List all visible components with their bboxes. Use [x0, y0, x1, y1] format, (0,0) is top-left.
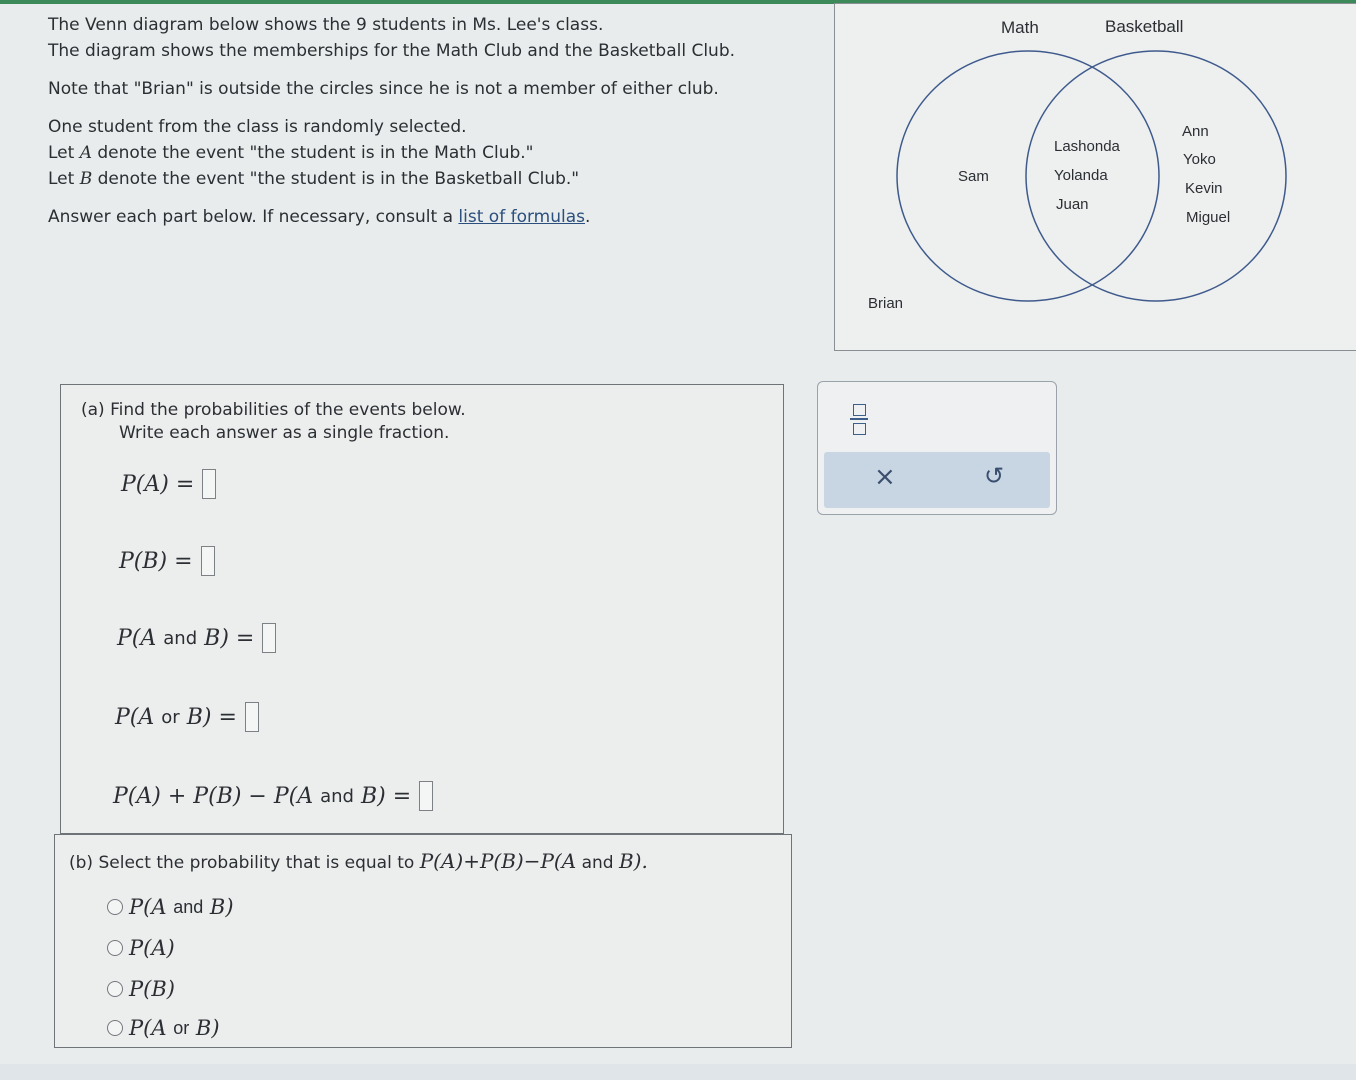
- intro-line-3: Note that "Brian" is outside the circles…: [48, 79, 719, 99]
- student-ann: Ann: [1182, 123, 1209, 140]
- radio-p-b[interactable]: [107, 981, 123, 997]
- venn-diagram: Math Basketball Sam Lashonda Yolanda Jua…: [868, 17, 1287, 312]
- student-lashonda: Lashonda: [1054, 138, 1121, 155]
- answer-input-p-a-and-b[interactable]: [262, 623, 277, 653]
- part-b-box: (b) Select the probability that is equal…: [54, 834, 792, 1048]
- fraction-bar-icon: [850, 418, 868, 420]
- part-b-question-pre: Select the probability that is equal to: [98, 853, 420, 873]
- part-a-instruction-1: Find the probabilities of the events bel…: [110, 400, 466, 420]
- fraction-denominator-icon: [853, 423, 866, 435]
- fraction-button[interactable]: [850, 402, 870, 438]
- eq-p-a-and-b: P(A and B) =: [117, 623, 277, 653]
- student-miguel: Miguel: [1186, 209, 1230, 226]
- intro-line-5: Let A denote the event "the student is i…: [48, 140, 808, 166]
- student-kevin: Kevin: [1185, 180, 1223, 197]
- bottom-strip: [0, 1064, 1356, 1080]
- eq4-part-a: P(A: [115, 704, 155, 730]
- eq-p-b-text: P(B) =: [119, 548, 193, 574]
- intro-line-6: Let B denote the event "the student is i…: [48, 166, 808, 192]
- fraction-numerator-icon: [853, 404, 866, 416]
- clear-button[interactable]: ×: [874, 462, 896, 492]
- eq5-part-b: B) =: [360, 783, 412, 809]
- option-1-a: P(A: [129, 895, 167, 919]
- part-a-instruction-2: Write each answer as a single fraction.: [119, 423, 450, 443]
- eq3-part-b: B) =: [204, 625, 255, 651]
- part-b-question-end: B).: [618, 849, 648, 873]
- eq-p-a-or-b: P(A or B) =: [115, 702, 259, 732]
- intro-line-4: One student from the class is randomly s…: [48, 117, 467, 137]
- part-b-header: (b) Select the probability that is equal…: [69, 850, 648, 875]
- problem-intro: The Venn diagram below shows the 9 stude…: [48, 12, 808, 230]
- basketball-circle-label: Basketball: [1105, 17, 1183, 36]
- eq4-or: or: [161, 706, 180, 728]
- answer-input-addition-rule[interactable]: [419, 781, 434, 811]
- part-a-label: (a): [81, 400, 105, 420]
- student-yolanda: Yolanda: [1054, 167, 1108, 184]
- eq4-part-b: B) =: [186, 704, 237, 730]
- answer-input-p-a-or-b[interactable]: [244, 702, 259, 732]
- math-circle: [896, 50, 1160, 302]
- option-3-a: P(B): [129, 977, 175, 1001]
- radio-p-a-and-b[interactable]: [107, 899, 123, 915]
- intro-line-5-post: denote the event "the student is in the …: [91, 143, 534, 163]
- intro-line-6-pre: Let: [48, 169, 80, 189]
- student-brian: Brian: [868, 295, 903, 312]
- option-4-word: or: [173, 1017, 190, 1038]
- intro-line-1: The Venn diagram below shows the 9 stude…: [48, 15, 604, 35]
- radio-p-a-or-b[interactable]: [107, 1020, 123, 1036]
- student-yoko: Yoko: [1183, 151, 1216, 168]
- part-a-box: (a) Find the probabilities of the events…: [60, 384, 784, 834]
- intro-line-7: Answer each part below. If necessary, co…: [48, 204, 808, 230]
- option-p-a[interactable]: P(A): [107, 936, 175, 960]
- part-b-question-math: P(A)+P(B)−P(A: [419, 849, 577, 873]
- event-a-var: A: [79, 143, 92, 163]
- part-b-question-and: and: [581, 853, 614, 873]
- event-b-var: B: [79, 169, 93, 189]
- option-2-a: P(A): [129, 936, 175, 960]
- student-sam: Sam: [958, 168, 989, 185]
- eq-p-a-text: P(A) =: [121, 471, 195, 497]
- intro-line-5-pre: Let: [48, 143, 80, 163]
- answer-input-p-b[interactable]: [200, 546, 215, 576]
- eq-p-b: P(B) =: [119, 546, 215, 576]
- option-p-a-and-b[interactable]: P(A and B): [107, 895, 234, 919]
- math-input-toolbox: × ↺: [817, 381, 1057, 515]
- part-b-label: (b): [69, 853, 94, 873]
- eq-p-a: P(A) =: [121, 469, 217, 499]
- answer-input-p-a[interactable]: [202, 469, 217, 499]
- option-4-a: P(A: [129, 1016, 167, 1040]
- intro-line-2: The diagram shows the memberships for th…: [48, 41, 736, 61]
- math-circle-label: Math: [1001, 18, 1039, 37]
- intro-line-7-pre: Answer each part below. If necessary, co…: [48, 207, 459, 227]
- student-juan: Juan: [1056, 196, 1089, 213]
- option-4-b: B): [195, 1016, 220, 1040]
- eq5-part-a: P(A) + P(B) − P(A: [113, 783, 314, 809]
- undo-button[interactable]: ↺: [984, 462, 1004, 490]
- radio-p-a[interactable]: [107, 940, 123, 956]
- part-a-header: (a) Find the probabilities of the events…: [81, 399, 466, 445]
- eq5-and: and: [320, 785, 354, 807]
- venn-diagram-panel: Math Basketball Sam Lashonda Yolanda Jua…: [834, 3, 1356, 351]
- intro-line-6-post: denote the event "the student is in the …: [92, 169, 580, 189]
- option-p-b[interactable]: P(B): [107, 977, 175, 1001]
- formulas-link[interactable]: list of formulas: [458, 207, 585, 227]
- option-p-a-or-b[interactable]: P(A or B): [107, 1016, 220, 1040]
- toolbox-action-row: × ↺: [824, 452, 1050, 508]
- eq3-and: and: [163, 627, 198, 649]
- eq-addition-rule: P(A) + P(B) − P(A and B) =: [113, 781, 434, 811]
- eq3-part-a: P(A: [117, 625, 157, 651]
- option-1-word: and: [173, 896, 204, 917]
- option-1-b: B): [209, 895, 234, 919]
- intro-line-7-post: .: [585, 207, 591, 227]
